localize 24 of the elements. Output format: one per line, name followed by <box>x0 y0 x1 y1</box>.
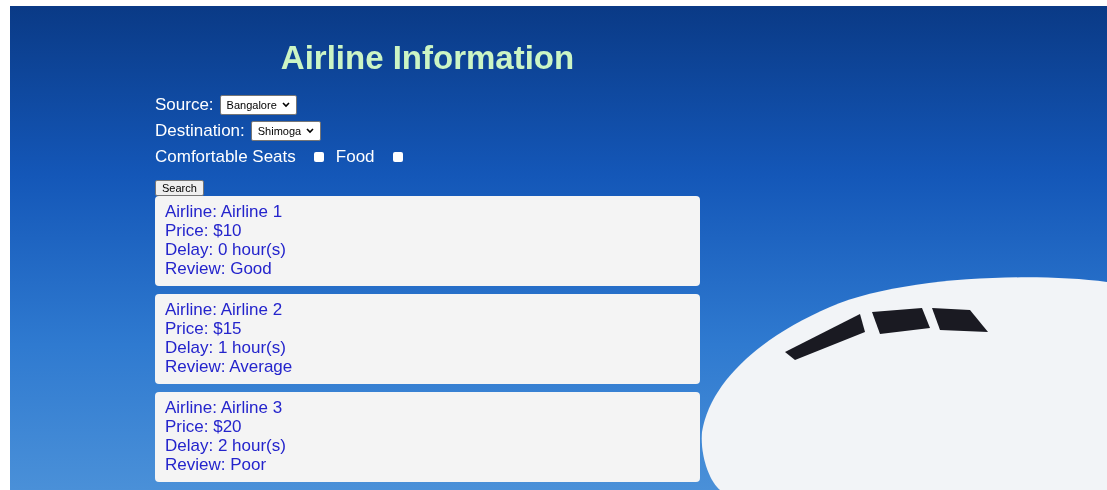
field-label: Destination: <box>155 120 245 143</box>
checkbox[interactable] <box>313 152 324 162</box>
result-line: Review: Good <box>165 259 273 278</box>
result-line: Airline: Airline 1 <box>165 202 284 221</box>
search-button[interactable]: Search <box>155 180 204 196</box>
result-line: Price: $20 <box>165 417 243 436</box>
result-line: Price: $10 <box>165 221 243 240</box>
option-label: Food <box>335 146 375 169</box>
page-title: Airline Information <box>279 38 576 78</box>
result-line: Delay: 1 hour(s) <box>165 338 287 357</box>
destination-dropdown[interactable]: Shimoga <box>250 121 322 141</box>
result-line: Airline: Airline 3 <box>165 398 284 417</box>
option-label: Comfortable Seats <box>155 146 296 169</box>
result-line: Review: Poor <box>165 455 268 474</box>
result-line: Price: $15 <box>165 319 243 338</box>
chevron-down-icon <box>281 102 290 108</box>
result-line: Airline: Airline 2 <box>165 300 284 319</box>
field-label: Source: <box>155 94 214 117</box>
result-line: Delay: 0 hour(s) <box>165 240 287 259</box>
result-line: Delay: 2 hour(s) <box>165 436 287 455</box>
source-dropdown[interactable]: Bangalore <box>219 95 297 115</box>
result-line: Review: Average <box>165 357 294 376</box>
checkbox[interactable] <box>392 152 403 162</box>
chevron-down-icon <box>306 128 315 134</box>
